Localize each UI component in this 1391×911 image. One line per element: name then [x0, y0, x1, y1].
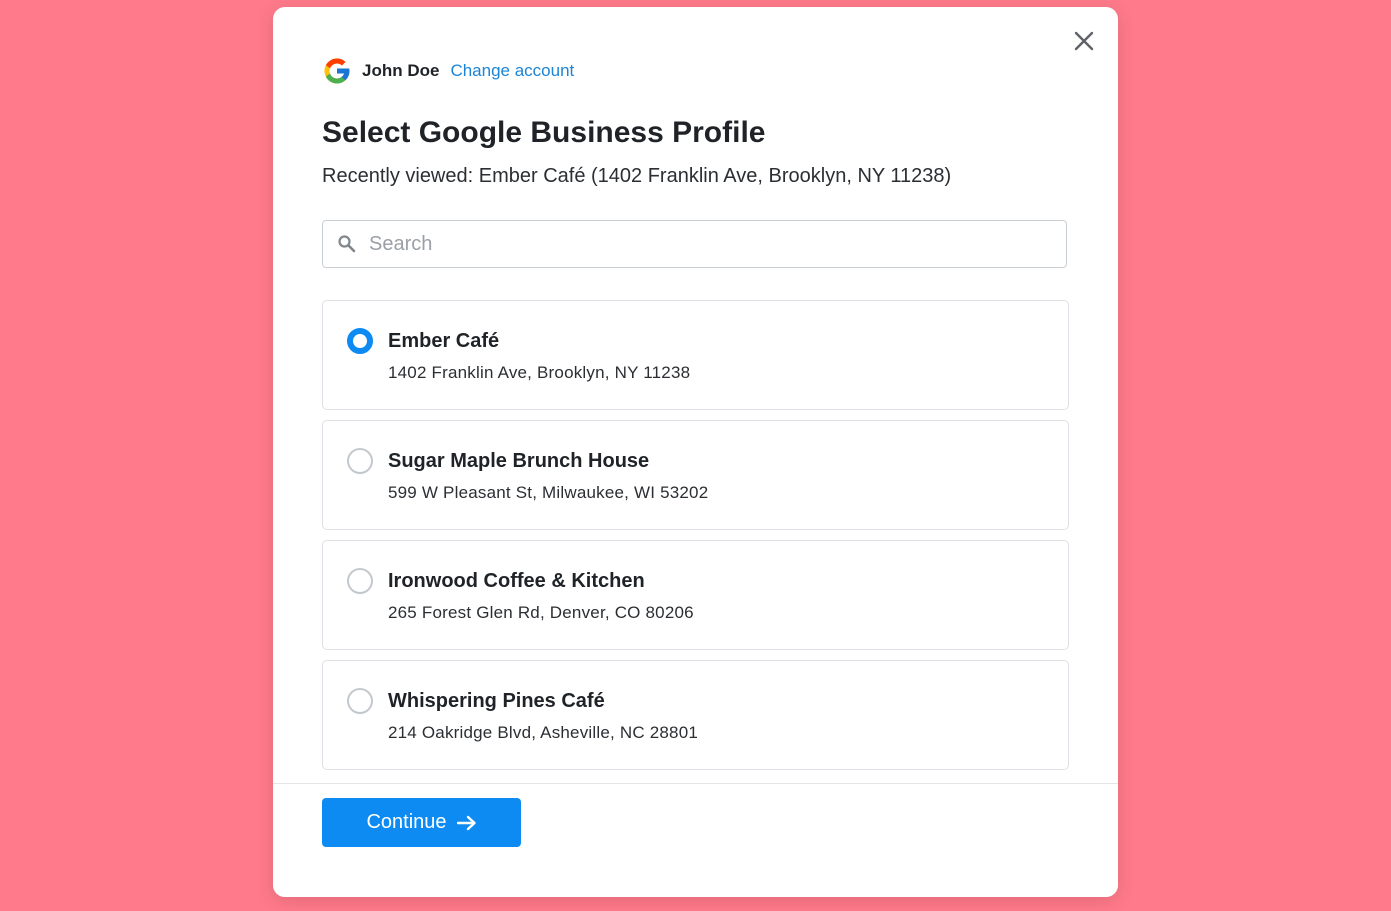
- arrow-right-icon: [456, 815, 477, 831]
- account-name: John Doe: [362, 61, 440, 80]
- radio-button[interactable]: [347, 688, 373, 714]
- radio-button[interactable]: [347, 568, 373, 594]
- continue-label: Continue: [366, 811, 447, 833]
- google-logo-icon: [322, 56, 352, 86]
- radio-button-selected[interactable]: [347, 328, 373, 354]
- close-button[interactable]: [1070, 27, 1098, 55]
- close-icon: [1074, 31, 1094, 51]
- search-icon: [337, 234, 357, 254]
- page-title: Select Google Business Profile: [322, 116, 766, 149]
- profile-option-whispering-pines[interactable]: Whispering Pines Café 214 Oakridge Blvd,…: [322, 660, 1069, 770]
- profile-option-sugar-maple[interactable]: Sugar Maple Brunch House 599 W Pleasant …: [322, 420, 1069, 530]
- profile-address: 599 W Pleasant St, Milwaukee, WI 53202: [388, 483, 709, 502]
- change-account-link[interactable]: Change account: [450, 61, 574, 81]
- search-input[interactable]: [367, 231, 1066, 257]
- profile-address: 265 Forest Glen Rd, Denver, CO 80206: [388, 603, 694, 622]
- profile-name: Ember Café: [388, 330, 500, 352]
- profile-address: 1402 Franklin Ave, Brooklyn, NY 11238: [388, 363, 691, 382]
- select-profile-dialog: John Doe Change account Select Google Bu…: [273, 7, 1118, 897]
- search-box[interactable]: [322, 220, 1067, 268]
- recently-viewed-text: Recently viewed: Ember Café (1402 Frankl…: [322, 165, 952, 187]
- dialog-footer: Continue: [273, 783, 1118, 897]
- profile-option-ember-cafe[interactable]: Ember Café 1402 Franklin Ave, Brooklyn, …: [322, 300, 1069, 410]
- profile-list: Ember Café 1402 Franklin Ave, Brooklyn, …: [322, 300, 1069, 780]
- profile-name: Sugar Maple Brunch House: [388, 450, 650, 472]
- profile-name: Ironwood Coffee & Kitchen: [388, 570, 645, 592]
- profile-address: 214 Oakridge Blvd, Asheville, NC 28801: [388, 723, 698, 742]
- radio-button[interactable]: [347, 448, 373, 474]
- account-row: John Doe Change account: [322, 56, 574, 86]
- profile-name: Whispering Pines Café: [388, 690, 605, 712]
- profile-option-ironwood[interactable]: Ironwood Coffee & Kitchen 265 Forest Gle…: [322, 540, 1069, 650]
- continue-button[interactable]: Continue: [322, 798, 521, 847]
